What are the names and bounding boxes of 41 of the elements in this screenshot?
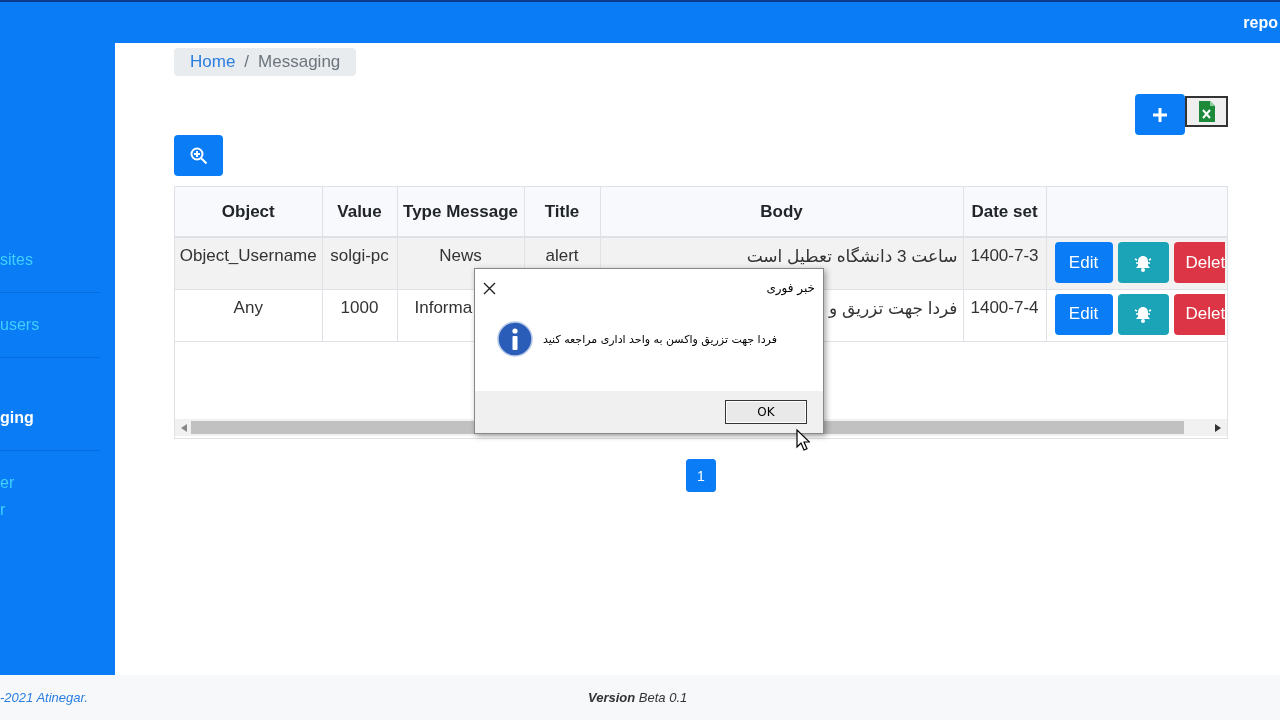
edit-button[interactable]: Edit bbox=[1054, 293, 1113, 335]
add-button[interactable] bbox=[1135, 94, 1185, 135]
spreadsheet-file-icon bbox=[1198, 101, 1215, 122]
notify-button[interactable] bbox=[1117, 242, 1169, 283]
sidebar-item[interactable]: sites bbox=[0, 228, 100, 293]
table-cell: solgi-pc bbox=[322, 237, 397, 289]
column-header: Date set bbox=[963, 187, 1046, 237]
search-button[interactable] bbox=[174, 135, 223, 176]
breadcrumb-link[interactable]: Home bbox=[190, 52, 236, 72]
breadcrumb-current: Messaging bbox=[258, 52, 341, 72]
delete-button[interactable]: Delet bbox=[1173, 293, 1226, 335]
column-header: Value bbox=[322, 187, 397, 237]
scroll-right-icon[interactable] bbox=[1215, 423, 1221, 432]
sidebar-item[interactable]: ging bbox=[0, 386, 100, 451]
table-cell: Any bbox=[175, 289, 322, 341]
notify-button[interactable] bbox=[1117, 293, 1169, 335]
ok-button[interactable]: OK bbox=[725, 400, 807, 424]
bell-icon bbox=[1133, 304, 1153, 324]
info-icon bbox=[497, 321, 533, 357]
header-link[interactable]: repo bbox=[1243, 13, 1278, 32]
edit-button[interactable]: Edit bbox=[1054, 242, 1113, 283]
column-header: Object bbox=[175, 187, 322, 237]
close-icon[interactable] bbox=[483, 281, 496, 295]
column-header: Title bbox=[524, 187, 600, 237]
table-cell: 1000 bbox=[322, 289, 397, 341]
table-cell: 1400-7-4 bbox=[963, 289, 1046, 341]
table-cell: Object_Username bbox=[175, 237, 322, 289]
page-button[interactable]: 1 bbox=[686, 459, 716, 492]
breadcrumb-separator: / bbox=[244, 52, 250, 72]
table-cell: 1400-7-3 bbox=[963, 237, 1046, 289]
zoom-in-icon bbox=[189, 146, 208, 165]
delete-button[interactable]: Delet bbox=[1173, 242, 1226, 283]
column-header: Type Message bbox=[397, 187, 524, 237]
sidebar-item[interactable]: er r bbox=[0, 451, 100, 541]
plus-icon bbox=[1152, 106, 1168, 123]
sidebar-item[interactable]: users bbox=[0, 293, 100, 358]
column-header: Body bbox=[600, 187, 963, 237]
version-text: Version Beta 0.1 bbox=[588, 690, 688, 705]
scroll-left-icon[interactable] bbox=[181, 423, 187, 432]
excel-export-button[interactable] bbox=[1185, 96, 1228, 127]
copyright-text: -2021 Atinegar. bbox=[0, 690, 88, 705]
